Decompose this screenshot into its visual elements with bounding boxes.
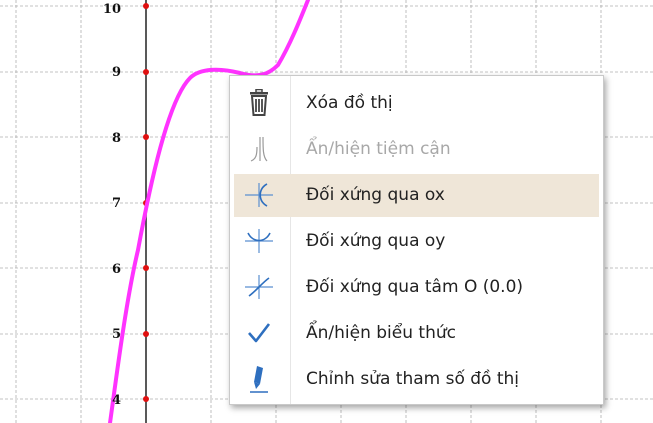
- asymptote-icon: [242, 134, 276, 164]
- axis-point: [143, 3, 149, 9]
- axis-point: [143, 265, 149, 271]
- y-tick-label: 8: [111, 131, 121, 146]
- reflect-origin-icon: [242, 272, 276, 302]
- y-tick-label: 6: [111, 262, 121, 277]
- menu-item-edit-parameters[interactable]: Chỉnh sửa tham số đồ thị: [234, 358, 599, 401]
- edit-pen-icon: [242, 364, 276, 394]
- y-tick-label: 5: [111, 327, 121, 342]
- trash-icon: [242, 88, 276, 118]
- menu-item-label: Chỉnh sửa tham số đồ thị: [306, 369, 520, 389]
- y-tick-label: 10: [102, 2, 121, 17]
- reflect-oy-icon: [242, 226, 276, 256]
- menu-item-label: Đối xứng qua oy: [306, 231, 446, 251]
- reflect-ox-icon: [242, 180, 276, 210]
- axis-point: [143, 331, 149, 337]
- axis-point: [143, 396, 149, 402]
- y-tick-label: 4: [111, 393, 121, 408]
- y-tick-label: 7: [111, 196, 121, 211]
- menu-item-label: Đối xứng qua tâm O (0.0): [306, 277, 524, 297]
- menu-item-reflect-origin[interactable]: Đối xứng qua tâm O (0.0): [234, 266, 599, 309]
- menu-item-reflect-ox[interactable]: Đối xứng qua ox: [234, 174, 599, 217]
- menu-item-label: Ẩn/hiện biểu thức: [306, 323, 456, 343]
- menu-item-reflect-oy[interactable]: Đối xứng qua oy: [234, 220, 599, 263]
- axis-point: [143, 69, 149, 75]
- menu-item-label: Xóa đồ thị: [306, 93, 393, 113]
- check-icon: [242, 318, 276, 348]
- menu-item-label: Ẩn/hiện tiệm cận: [306, 139, 451, 159]
- y-tick-label: 9: [111, 65, 121, 80]
- menu-item-label: Đối xứng qua ox: [306, 185, 445, 205]
- menu-item-toggle-expression[interactable]: Ẩn/hiện biểu thức: [234, 312, 599, 355]
- menu-item-delete-graph[interactable]: Xóa đồ thị: [234, 82, 599, 125]
- axis-point: [143, 134, 149, 140]
- context-menu: Xóa đồ thị Ẩn/hiện tiệm cận Đối xứng qua…: [229, 75, 604, 405]
- menu-item-toggle-asymptote[interactable]: Ẩn/hiện tiệm cận: [234, 128, 599, 171]
